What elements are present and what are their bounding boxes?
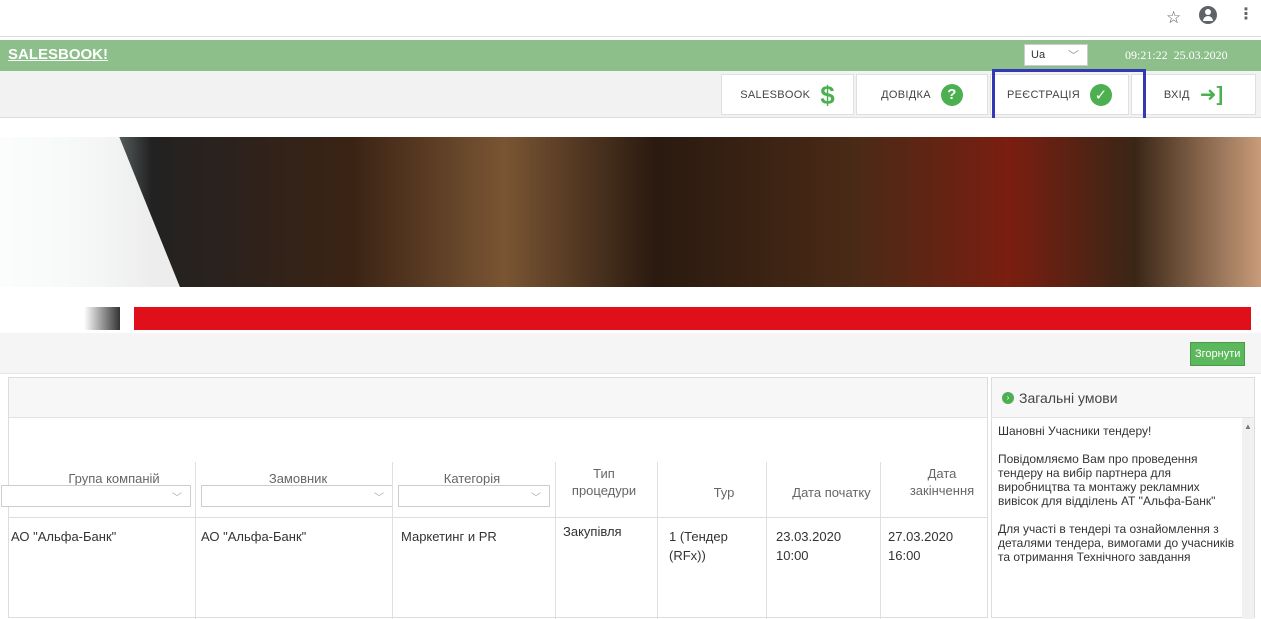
account-icon[interactable] xyxy=(1199,6,1217,24)
col-divider xyxy=(392,462,393,619)
col-divider xyxy=(766,462,767,619)
side-panel-header[interactable]: › Загальні умови xyxy=(992,378,1254,418)
content-toolbar: Згорнути xyxy=(0,333,1261,374)
chevron-right-icon: › xyxy=(1002,391,1014,404)
cell-end: 27.03.2020 16:00 xyxy=(888,529,954,563)
salesbook-button[interactable]: SALESBOOK $ xyxy=(721,74,854,115)
cell-start: 23.03.2020 10:00 xyxy=(776,529,842,563)
collapse-button[interactable]: Згорнути xyxy=(1190,342,1246,366)
col-header-end: Дата закінчення xyxy=(909,466,975,498)
banner-photo xyxy=(0,137,1261,287)
table-top-band xyxy=(9,378,987,418)
col-header-round: Тур xyxy=(713,485,735,500)
star-icon[interactable]: ☆ xyxy=(1166,8,1181,28)
banner-thumb xyxy=(0,307,120,330)
terms-paragraph: Шановні Учасники тендеру! xyxy=(998,424,1152,438)
col-divider xyxy=(195,462,196,619)
help-label: ДОВІДКА xyxy=(881,88,931,101)
question-icon: ? xyxy=(940,83,963,106)
login-button[interactable]: ВХІД ➜] xyxy=(1131,74,1256,115)
hero-banner xyxy=(0,118,1261,330)
col-divider xyxy=(555,462,556,619)
chevron-down-icon: ﹀ xyxy=(172,493,182,504)
clock-time: 09:21:22 xyxy=(1125,48,1168,62)
brand-link[interactable]: SALESBOOK! xyxy=(8,46,108,63)
filter-customer[interactable]: ﹀ xyxy=(201,485,393,507)
scroll-up-icon[interactable]: ▲ xyxy=(1244,422,1252,431)
tender-table: Група компаній Замовник Категорія Тип пр… xyxy=(1,377,988,619)
header-row-divider xyxy=(9,517,987,518)
filter-category[interactable]: ﹀ xyxy=(398,485,550,507)
language-select[interactable]: Ua ﹀ xyxy=(1024,44,1088,66)
side-panel-body: Шановні Учасники тендеру! Повідомляємо В… xyxy=(998,424,1240,578)
cell-customer: АО "Альфа-Банк" xyxy=(201,529,307,544)
chrome-divider xyxy=(0,36,1261,37)
clock-date: 25.03.2020 xyxy=(1173,48,1228,62)
terms-paragraph: Повідомляємо Вам про проведення тендеру … xyxy=(998,452,1216,508)
cell-procedure: Закупівля xyxy=(563,524,622,539)
salesbook-label: SALESBOOK xyxy=(740,88,811,101)
kebab-menu-icon[interactable]: ⋮ xyxy=(1238,7,1254,23)
help-button[interactable]: ДОВІДКА ? xyxy=(856,74,988,115)
top-header-bar: SALESBOOK! Ua ﹀ 09:21:22 25.03.2020 xyxy=(0,40,1261,71)
dollar-icon: $ xyxy=(820,79,835,110)
sign-in-icon: ➜] xyxy=(1199,84,1224,106)
language-value: Ua xyxy=(1031,49,1046,61)
chevron-down-icon: ﹀ xyxy=(531,493,541,504)
col-divider xyxy=(880,462,881,619)
filter-group[interactable]: ﹀ xyxy=(1,485,191,507)
cell-category: Маркетинг и PR xyxy=(401,529,497,544)
banner-red-band xyxy=(134,307,1251,330)
chevron-down-icon: ﹀ xyxy=(1068,50,1079,62)
login-label: ВХІД xyxy=(1163,88,1190,101)
side-panel-title: Загальні умови xyxy=(1019,389,1118,406)
side-panel-scrollbar[interactable]: ▲ xyxy=(1242,418,1254,619)
clock: 09:21:22 25.03.2020 xyxy=(1125,48,1228,63)
col-header-start: Дата початку xyxy=(792,485,871,500)
chevron-down-icon: ﹀ xyxy=(374,493,384,504)
col-header-procedure: Тип процедури xyxy=(571,466,637,498)
browser-toolbar: ☆ ⋮ xyxy=(0,0,1261,38)
cell-round: 1 (Тендер (RFx)) xyxy=(669,529,728,563)
col-divider xyxy=(657,462,658,619)
cell-group: АО "Альфа-Банк" xyxy=(11,529,117,544)
general-terms-panel: › Загальні умови Шановні Учасники тендер… xyxy=(991,377,1255,619)
terms-paragraph: Для участі в тендері та ознайомлення з д… xyxy=(998,522,1235,564)
